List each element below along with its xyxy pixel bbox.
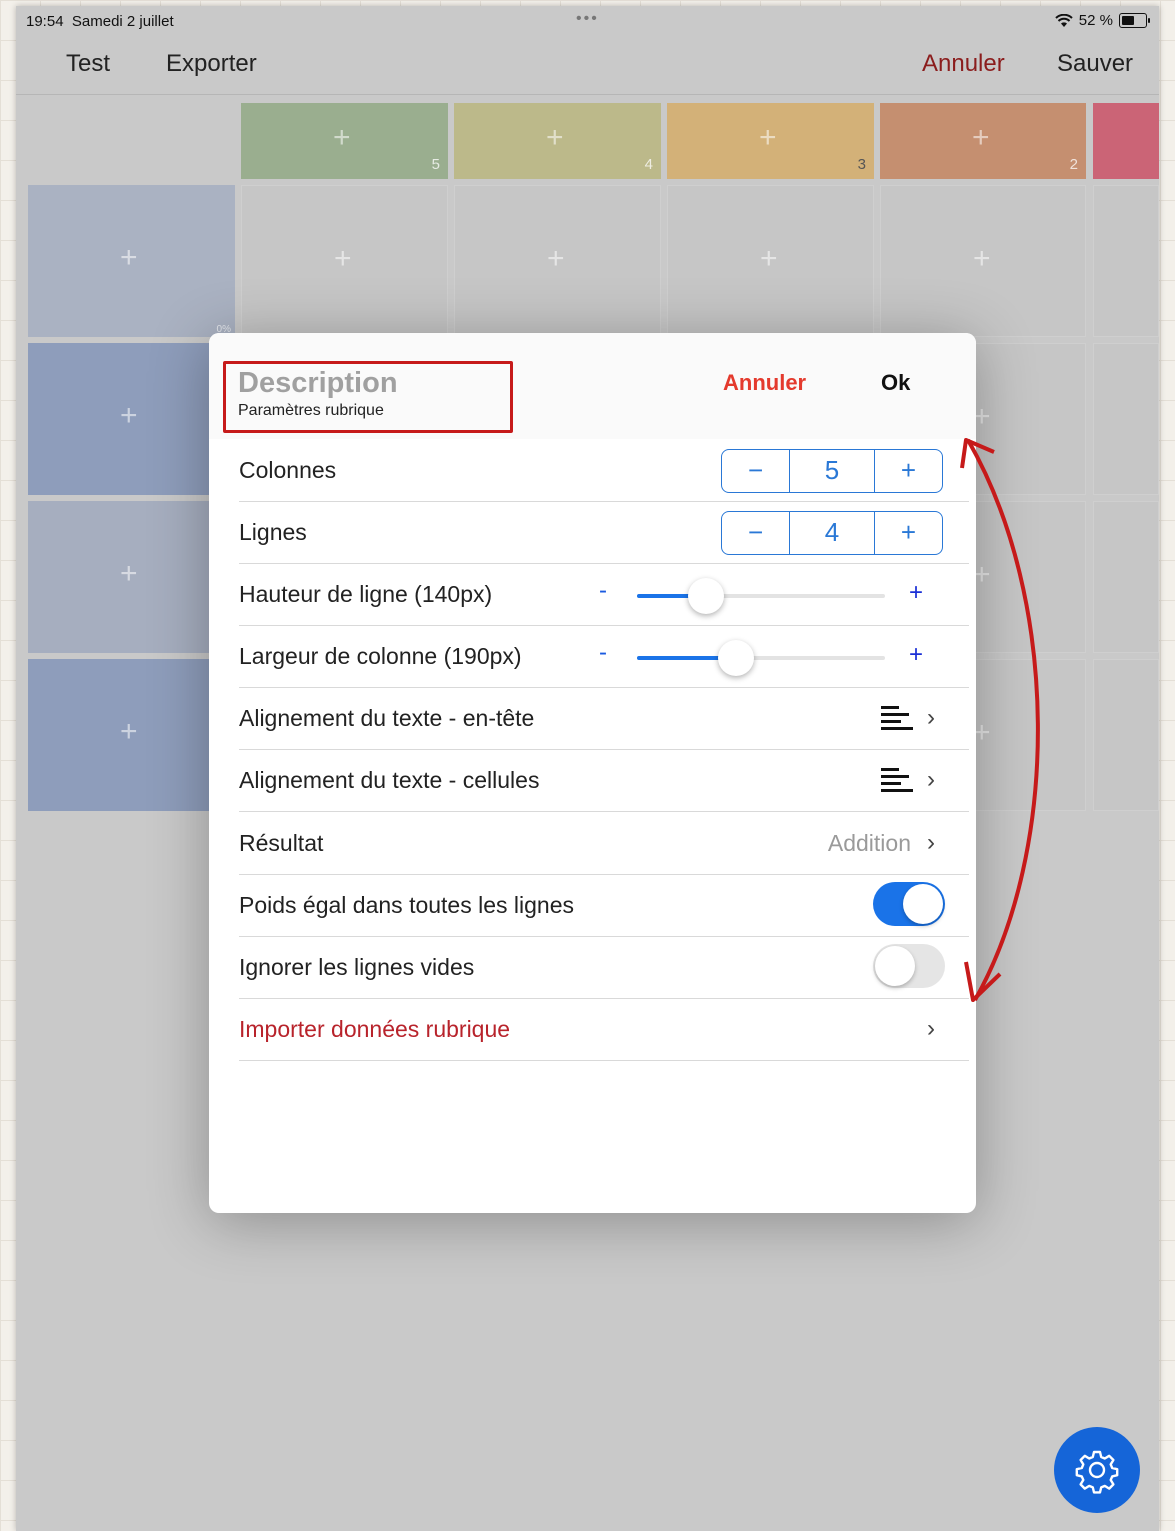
multitasking-dots-icon[interactable]: ••• xyxy=(576,10,599,28)
modal-ok-button[interactable]: Ok xyxy=(881,370,910,396)
row-label-cell[interactable]: + 0% xyxy=(28,185,235,337)
align-cells-label: Alignement du texte - cellules xyxy=(239,767,540,793)
grid-cell[interactable] xyxy=(1093,659,1159,811)
columns-decrement-button[interactable]: − xyxy=(722,450,789,492)
equal-weight-label: Poids égal dans toutes les lignes xyxy=(239,892,574,918)
modal-subtitle: Paramètres rubrique xyxy=(238,402,384,419)
modal-title[interactable]: Description xyxy=(238,367,398,400)
chevron-right-icon: › xyxy=(927,766,935,793)
ignore-empty-toggle[interactable] xyxy=(873,944,945,988)
align-left-icon xyxy=(881,706,913,730)
rows-stepper: − 4 + xyxy=(721,511,943,555)
nav-bar: Test Exporter Annuler Sauver xyxy=(16,36,1159,95)
result-label: Résultat xyxy=(239,830,324,856)
export-button[interactable]: Exporter xyxy=(166,50,257,78)
import-rubric-row[interactable]: Importer données rubrique › xyxy=(239,998,969,1061)
rows-increment-button[interactable]: + xyxy=(875,512,942,554)
header-score: 3 xyxy=(857,156,866,173)
columns-increment-button[interactable]: + xyxy=(875,450,942,492)
equal-weight-toggle[interactable] xyxy=(873,882,945,926)
gear-icon xyxy=(1075,1450,1119,1494)
rows-value[interactable]: 4 xyxy=(789,512,875,554)
row-height-minus-button[interactable]: - xyxy=(599,577,607,605)
chevron-right-icon: › xyxy=(927,704,935,731)
align-header-row[interactable]: Alignement du texte - en-tête › xyxy=(239,687,969,750)
test-button[interactable]: Test xyxy=(66,50,110,78)
col-width-minus-button[interactable]: - xyxy=(599,639,607,667)
col-width-row: Largeur de colonne (190px) - + xyxy=(239,625,969,688)
header-cell-2[interactable]: + 2 xyxy=(880,103,1086,179)
header-cell-1[interactable] xyxy=(1093,103,1159,179)
row-label-cell[interactable]: + xyxy=(28,343,235,495)
row-height-slider-knob[interactable] xyxy=(688,578,724,614)
battery-icon xyxy=(1119,13,1150,28)
grid-cell[interactable]: + xyxy=(880,185,1086,337)
status-bar: 19:54 Samedi 2 juillet ••• 52 % xyxy=(16,6,1159,36)
header-score: 5 xyxy=(431,156,440,173)
header-cell-5[interactable]: + 5 xyxy=(241,103,448,179)
col-width-label: Largeur de colonne (190px) xyxy=(239,643,522,669)
rubric-settings-modal: Description Paramètres rubrique Annuler … xyxy=(209,333,976,1213)
chevron-right-icon: › xyxy=(927,1015,935,1042)
col-width-plus-button[interactable]: + xyxy=(909,641,923,669)
status-time: 19:54 Samedi 2 juillet xyxy=(26,13,174,30)
align-header-label: Alignement du texte - en-tête xyxy=(239,705,535,731)
result-value: Addition xyxy=(827,830,911,856)
modal-header: Description Paramètres rubrique Annuler … xyxy=(209,333,976,439)
equal-weight-row: Poids égal dans toutes les lignes xyxy=(239,874,969,937)
align-left-icon xyxy=(881,768,913,792)
header-cell-4[interactable]: + 4 xyxy=(454,103,661,179)
align-cells-row[interactable]: Alignement du texte - cellules › xyxy=(239,749,969,812)
ignore-empty-row: Ignorer les lignes vides xyxy=(239,936,969,999)
status-right: 52 % xyxy=(1055,12,1150,29)
result-row[interactable]: Résultat Addition › xyxy=(239,812,969,875)
ignore-empty-label: Ignorer les lignes vides xyxy=(239,954,475,980)
row-height-slider[interactable] xyxy=(637,578,885,614)
row-height-label: Hauteur de ligne (140px) xyxy=(239,581,493,607)
chevron-right-icon: › xyxy=(927,829,935,856)
save-button[interactable]: Sauver xyxy=(1057,50,1133,78)
header-score: 2 xyxy=(1069,156,1078,173)
columns-row: Colonnes − 5 + xyxy=(239,439,969,502)
wifi-icon xyxy=(1055,13,1073,27)
modal-cancel-button[interactable]: Annuler xyxy=(723,370,806,396)
grid-cell[interactable] xyxy=(1093,343,1159,495)
row-height-plus-button[interactable]: + xyxy=(909,579,923,607)
columns-label: Colonnes xyxy=(239,457,337,483)
columns-value[interactable]: 5 xyxy=(789,450,875,492)
columns-stepper: − 5 + xyxy=(721,449,943,493)
cancel-button[interactable]: Annuler xyxy=(922,50,1005,78)
settings-fab[interactable] xyxy=(1054,1427,1140,1513)
row-height-row: Hauteur de ligne (140px) - + xyxy=(239,563,969,626)
grid-cell[interactable] xyxy=(1093,501,1159,653)
row-label-cell[interactable]: + xyxy=(28,501,235,653)
rows-row: Lignes − 4 + xyxy=(239,501,969,564)
col-width-slider[interactable] xyxy=(637,640,885,676)
header-score: 4 xyxy=(644,156,653,173)
import-rubric-label: Importer données rubrique xyxy=(239,1016,511,1042)
header-cell-3[interactable]: + 3 xyxy=(667,103,874,179)
grid-cell[interactable] xyxy=(1093,185,1159,337)
col-width-slider-knob[interactable] xyxy=(718,640,754,676)
grid-cell[interactable]: + xyxy=(667,185,874,337)
rows-decrement-button[interactable]: − xyxy=(722,512,789,554)
grid-cell[interactable]: + xyxy=(241,185,448,337)
grid-cell[interactable]: + xyxy=(454,185,661,337)
battery-percent: 52 % xyxy=(1078,12,1113,29)
row-label-cell[interactable]: + xyxy=(28,659,235,811)
rows-label: Lignes xyxy=(239,519,307,545)
